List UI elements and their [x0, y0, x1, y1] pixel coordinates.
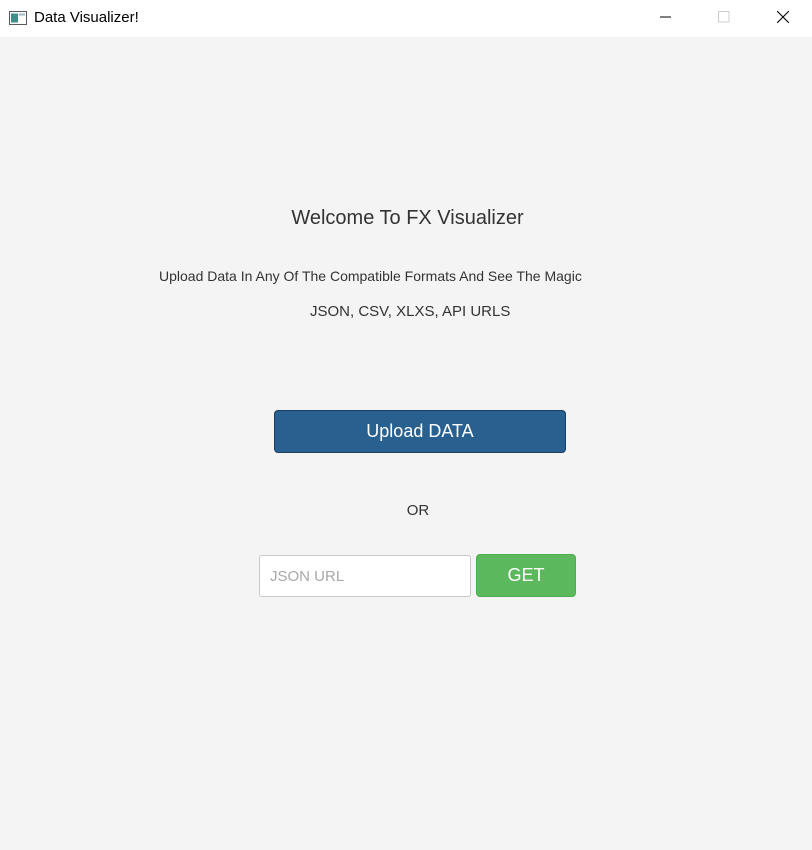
upload-data-button[interactable]: Upload DATA [274, 410, 566, 453]
minimize-icon [660, 10, 672, 28]
window-title: Data Visualizer! [34, 9, 139, 26]
app-window-icon [9, 11, 27, 25]
page-title: Welcome To FX Visualizer [291, 207, 524, 229]
title-bar[interactable]: Data Visualizer! [0, 0, 812, 37]
close-icon [776, 10, 790, 28]
get-button[interactable]: GET [476, 554, 576, 597]
or-separator: OR [406, 502, 430, 519]
json-url-input[interactable] [259, 555, 471, 597]
minimize-button[interactable] [638, 0, 694, 37]
maximize-icon [718, 10, 730, 28]
main-content: Welcome To FX Visualizer Upload Data In … [0, 37, 812, 850]
app-window: Data Visualizer! Welcome To FX Visualize… [0, 0, 812, 850]
subtitle-text: Upload Data In Any Of The Compatible For… [159, 268, 582, 284]
maximize-button[interactable] [696, 0, 752, 37]
close-button[interactable] [755, 0, 811, 37]
formats-text: JSON, CSV, XLXS, API URLS [310, 303, 511, 320]
